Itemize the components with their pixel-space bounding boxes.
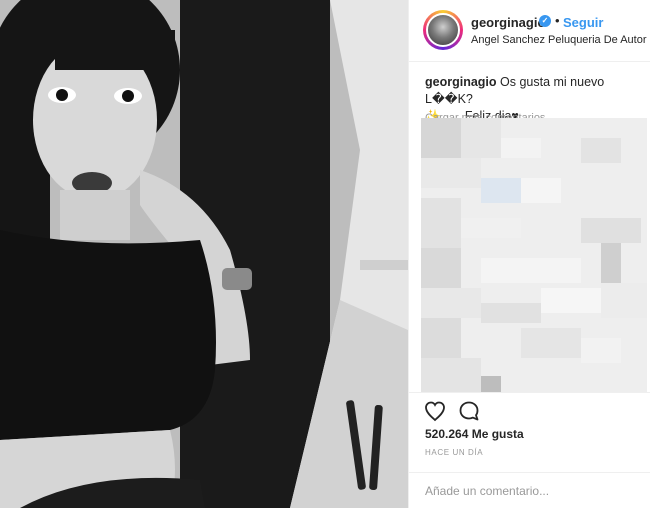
post-timestamp: HACE UN DÍA — [425, 448, 484, 457]
caption-username[interactable]: georginagio — [425, 75, 497, 89]
post-photo[interactable] — [0, 0, 408, 508]
post-actions: 520.264 Me gusta HACE UN DÍA — [409, 392, 650, 472]
location-link[interactable]: Angel Sanchez Peluqueria De Autor — [471, 34, 647, 46]
like-button[interactable] — [423, 399, 447, 423]
add-comment-bar — [409, 472, 650, 508]
verified-badge-icon: ✓ — [539, 15, 551, 27]
post-header: georginagio ✓ • Seguir Angel Sanchez Pel… — [409, 0, 650, 62]
comment-input[interactable] — [425, 481, 635, 501]
comment-button[interactable] — [457, 399, 481, 423]
comment-icon — [459, 401, 479, 421]
avatar[interactable] — [423, 10, 463, 50]
likes-count[interactable]: 520.264 Me gusta — [425, 427, 524, 441]
comments-pixelated — [421, 118, 647, 392]
heart-icon — [425, 401, 445, 422]
avatar-image — [426, 13, 460, 47]
header-separator: • — [555, 13, 560, 28]
author-username[interactable]: georginagio — [471, 15, 545, 30]
post-side-panel: georginagio ✓ • Seguir Angel Sanchez Pel… — [408, 0, 650, 508]
photo-illustration — [0, 0, 408, 508]
follow-button[interactable]: Seguir — [563, 15, 603, 30]
